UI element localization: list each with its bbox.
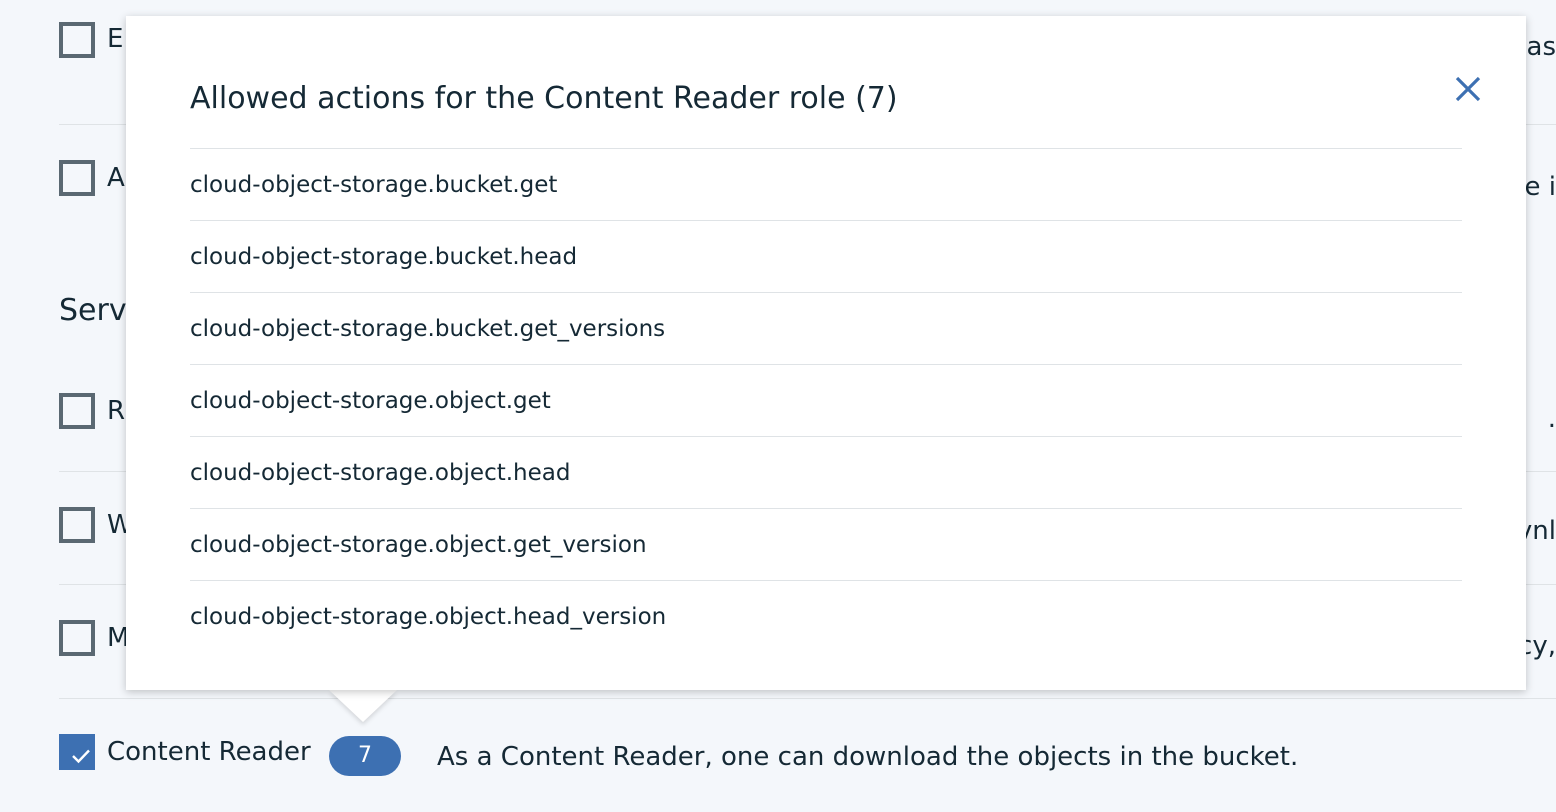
checkbox-role-5[interactable] bbox=[59, 620, 95, 656]
action-list-item: cloud-object-storage.object.get bbox=[190, 364, 1462, 436]
role-label-3: R bbox=[107, 396, 126, 426]
action-list-item: cloud-object-storage.bucket.head bbox=[190, 220, 1462, 292]
action-list-item: cloud-object-storage.bucket.get_versions bbox=[190, 292, 1462, 364]
role-label-1: E bbox=[107, 24, 124, 54]
action-list-item: cloud-object-storage.object.get_version bbox=[190, 508, 1462, 580]
checkmark-icon bbox=[72, 749, 90, 764]
allowed-actions-popover: Allowed actions for the Content Reader r… bbox=[126, 16, 1526, 690]
role-description-content-reader: As a Content Reader, one can download th… bbox=[437, 742, 1299, 772]
popover-title: Allowed actions for the Content Reader r… bbox=[190, 81, 898, 116]
allowed-actions-count-badge[interactable]: 7 bbox=[329, 736, 401, 776]
checkbox-content-reader[interactable] bbox=[59, 734, 95, 770]
role-description-3: . bbox=[1547, 404, 1556, 434]
checkbox-role-2[interactable] bbox=[59, 160, 95, 196]
role-label-content-reader: Content Reader bbox=[107, 737, 311, 767]
checkbox-role-4[interactable] bbox=[59, 507, 95, 543]
checkbox-role-3[interactable] bbox=[59, 393, 95, 429]
action-list-item: cloud-object-storage.object.head bbox=[190, 436, 1462, 508]
action-list-item: cloud-object-storage.bucket.get bbox=[190, 148, 1462, 220]
close-icon[interactable] bbox=[1453, 74, 1483, 104]
role-label-2: A bbox=[107, 163, 125, 193]
role-description-2: e i bbox=[1524, 172, 1556, 202]
service-roles-heading: Serv bbox=[59, 293, 127, 328]
allowed-actions-list: cloud-object-storage.bucket.get cloud-ob… bbox=[190, 148, 1462, 652]
row-divider bbox=[59, 698, 1556, 699]
checkbox-role-1[interactable] bbox=[59, 22, 95, 58]
popover-caret bbox=[329, 690, 397, 722]
role-description-1: as bbox=[1526, 32, 1556, 62]
action-list-item: cloud-object-storage.object.head_version bbox=[190, 580, 1462, 652]
